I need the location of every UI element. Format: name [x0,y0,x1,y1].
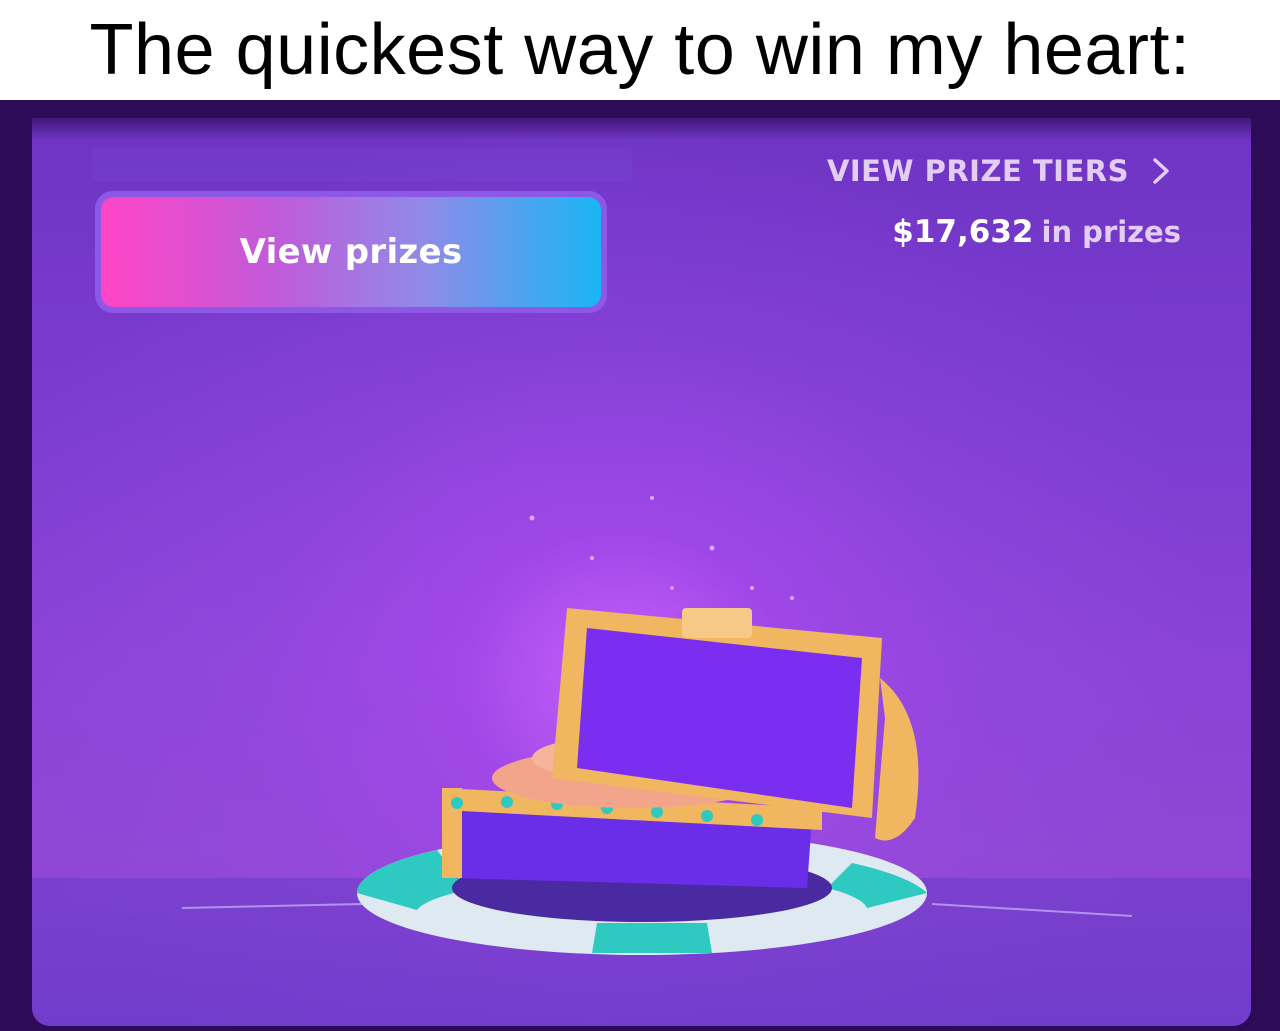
prize-amount: $17,632 [892,214,1034,250]
prize-screen: View prizes VIEW PRIZE TIERS $17,632 in p… [0,100,1280,1031]
view-prizes-button-frame: View prizes [95,191,607,313]
prize-card: View prizes VIEW PRIZE TIERS $17,632 in p… [32,118,1251,1026]
meme-caption: The quickest way to win my heart: [89,10,1191,90]
view-prize-tiers-link[interactable]: VIEW PRIZE TIERS [827,154,1171,188]
view-prize-tiers-label: VIEW PRIZE TIERS [826,154,1129,188]
view-prizes-button[interactable]: View prizes [101,197,601,307]
chevron-right-icon [1153,158,1169,184]
total-prizes: $17,632 in prizes [892,214,1181,250]
prize-suffix: in prizes [1041,215,1182,249]
